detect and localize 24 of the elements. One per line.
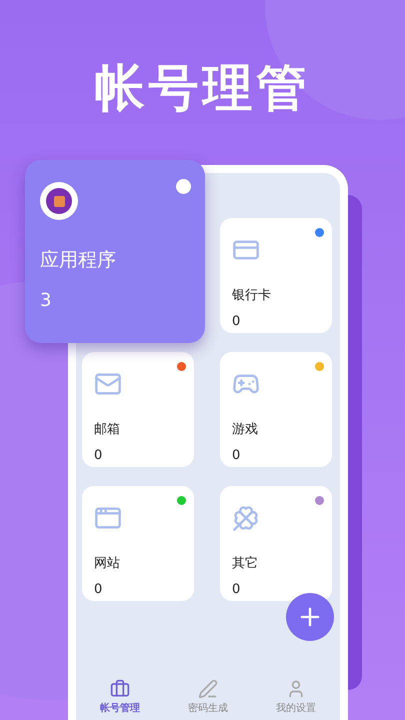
featured-label: 应用程序 xyxy=(40,248,117,273)
category-label: 游戏 xyxy=(232,421,259,439)
clover-icon xyxy=(232,504,260,532)
category-count: 0 xyxy=(94,446,104,464)
category-label: 网站 xyxy=(94,555,121,573)
headline: 帐号理管 xyxy=(94,58,310,119)
category-card[interactable]: 银行卡 0 xyxy=(220,218,332,333)
tab[interactable]: 帐号管理 xyxy=(76,679,164,716)
add-button[interactable] xyxy=(286,593,334,641)
category-label: 其它 xyxy=(232,555,259,573)
category-count: 0 xyxy=(94,580,104,598)
category-card[interactable]: 网站 0 xyxy=(82,486,194,601)
category-count: 0 xyxy=(232,312,242,330)
category-label: 银行卡 xyxy=(232,287,272,305)
app-icon xyxy=(40,182,78,220)
category-card[interactable]: 游戏 0 xyxy=(220,352,332,467)
category-count: 0 xyxy=(232,580,242,598)
category-label: 邮箱 xyxy=(94,421,121,439)
category-count: 0 xyxy=(232,446,242,464)
category-card[interactable]: 其它 0 xyxy=(220,486,332,601)
category-card[interactable]: 邮箱 0 xyxy=(82,352,194,467)
briefcase-icon xyxy=(110,679,130,699)
featured-count: 3 xyxy=(40,288,52,312)
pen-icon xyxy=(198,679,218,699)
